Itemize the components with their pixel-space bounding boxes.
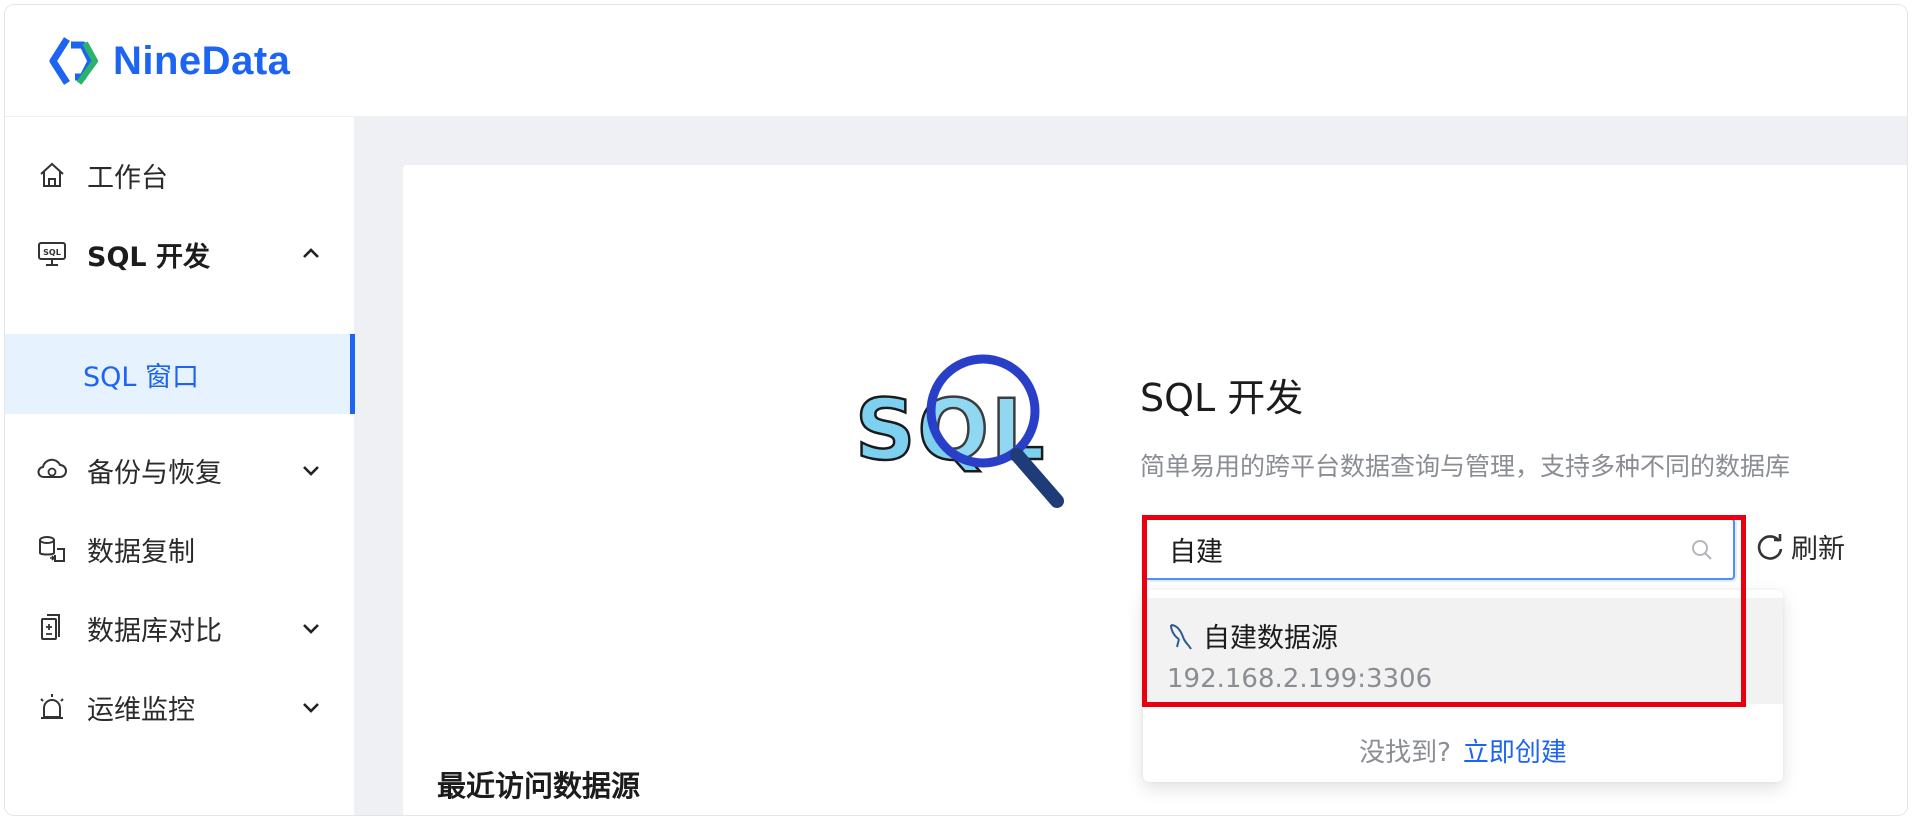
datasource-name: 自建数据源	[1203, 623, 1338, 654]
chevron-down-icon	[303, 703, 319, 713]
sidebar-item-workbench[interactable]: 工作台	[5, 135, 355, 215]
cloud-backup-icon	[35, 453, 69, 487]
chevron-up-icon	[303, 248, 319, 258]
sql-monitor-icon: SQL	[35, 237, 69, 271]
chevron-down-icon	[303, 624, 319, 634]
datasource-address: 192.168.2.199:3306	[1167, 664, 1433, 694]
refresh-icon	[1757, 533, 1783, 560]
app-window: NineData 工作台 SQL SQL 开发 SQL 窗口 备份与恢复 数据复…	[4, 4, 1908, 816]
sidebar-item-label: 数据库对比	[87, 615, 222, 647]
sidebar-subitem-row: SQL 窗口	[5, 334, 355, 414]
compare-icon	[35, 611, 69, 645]
sidebar-item-ops-monitor[interactable]: 运维监控	[5, 667, 355, 747]
page-title: SQL 开发	[1140, 376, 1304, 420]
refresh-label: 刷新	[1791, 534, 1845, 565]
main-area: SQL SQL 开发 简单易用的跨平台数据查询与管理，支持多种不同的数据库 刷新…	[355, 117, 1907, 815]
sidebar-item-backup[interactable]: 备份与恢复	[5, 430, 355, 510]
not-found-row: 没找到? 立即创建	[1143, 732, 1783, 769]
chevron-down-icon	[303, 466, 319, 476]
sidebar-item-label: 备份与恢复	[87, 457, 222, 489]
svg-text:SQL: SQL	[43, 248, 61, 257]
sidebar: 工作台 SQL SQL 开发 SQL 窗口 备份与恢复 数据复制 数据库对比 运…	[5, 117, 355, 815]
brand-logo[interactable]: NineData	[49, 35, 290, 87]
recent-datasources-heading: 最近访问数据源	[437, 769, 641, 803]
sidebar-item-label: 数据复制	[87, 536, 195, 568]
page-subtitle: 简单易用的跨平台数据查询与管理，支持多种不同的数据库	[1140, 452, 1791, 481]
create-now-link[interactable]: 立即创建	[1463, 738, 1567, 768]
mysql-icon	[1170, 624, 1192, 650]
datasource-option[interactable]: 自建数据源 192.168.2.199:3306	[1143, 598, 1783, 704]
refresh-button[interactable]: 刷新	[1755, 527, 1845, 566]
brand-name: NineData	[113, 38, 291, 83]
sidebar-item-sql-window[interactable]: SQL 窗口	[5, 334, 355, 414]
sidebar-item-label: 工作台	[87, 162, 168, 194]
not-found-text: 没找到?	[1359, 738, 1451, 768]
top-bar: NineData	[5, 5, 1907, 117]
sidebar-item-label: SQL 窗口	[83, 361, 200, 393]
content-card: SQL SQL 开发 简单易用的跨平台数据查询与管理，支持多种不同的数据库 刷新…	[403, 165, 1907, 815]
sidebar-item-sql-dev[interactable]: SQL SQL 开发	[5, 214, 355, 294]
search-input[interactable]	[1145, 520, 1733, 578]
sql-magnifier-illustration: SQL	[854, 354, 1064, 508]
datasource-search[interactable]	[1143, 518, 1735, 580]
sidebar-item-label: 运维监控	[87, 694, 195, 726]
sidebar-item-data-copy[interactable]: 数据复制	[5, 509, 355, 589]
ninedata-logo-icon	[49, 37, 98, 85]
alarm-icon	[35, 690, 69, 724]
sidebar-item-label: SQL 开发	[87, 241, 211, 273]
sidebar-item-db-compare[interactable]: 数据库对比	[5, 588, 355, 668]
data-copy-icon	[35, 532, 69, 566]
search-dropdown: 自建数据源 192.168.2.199:3306 没找到? 立即创建	[1143, 590, 1783, 782]
search-icon[interactable]	[1689, 537, 1715, 563]
home-icon	[35, 158, 69, 192]
